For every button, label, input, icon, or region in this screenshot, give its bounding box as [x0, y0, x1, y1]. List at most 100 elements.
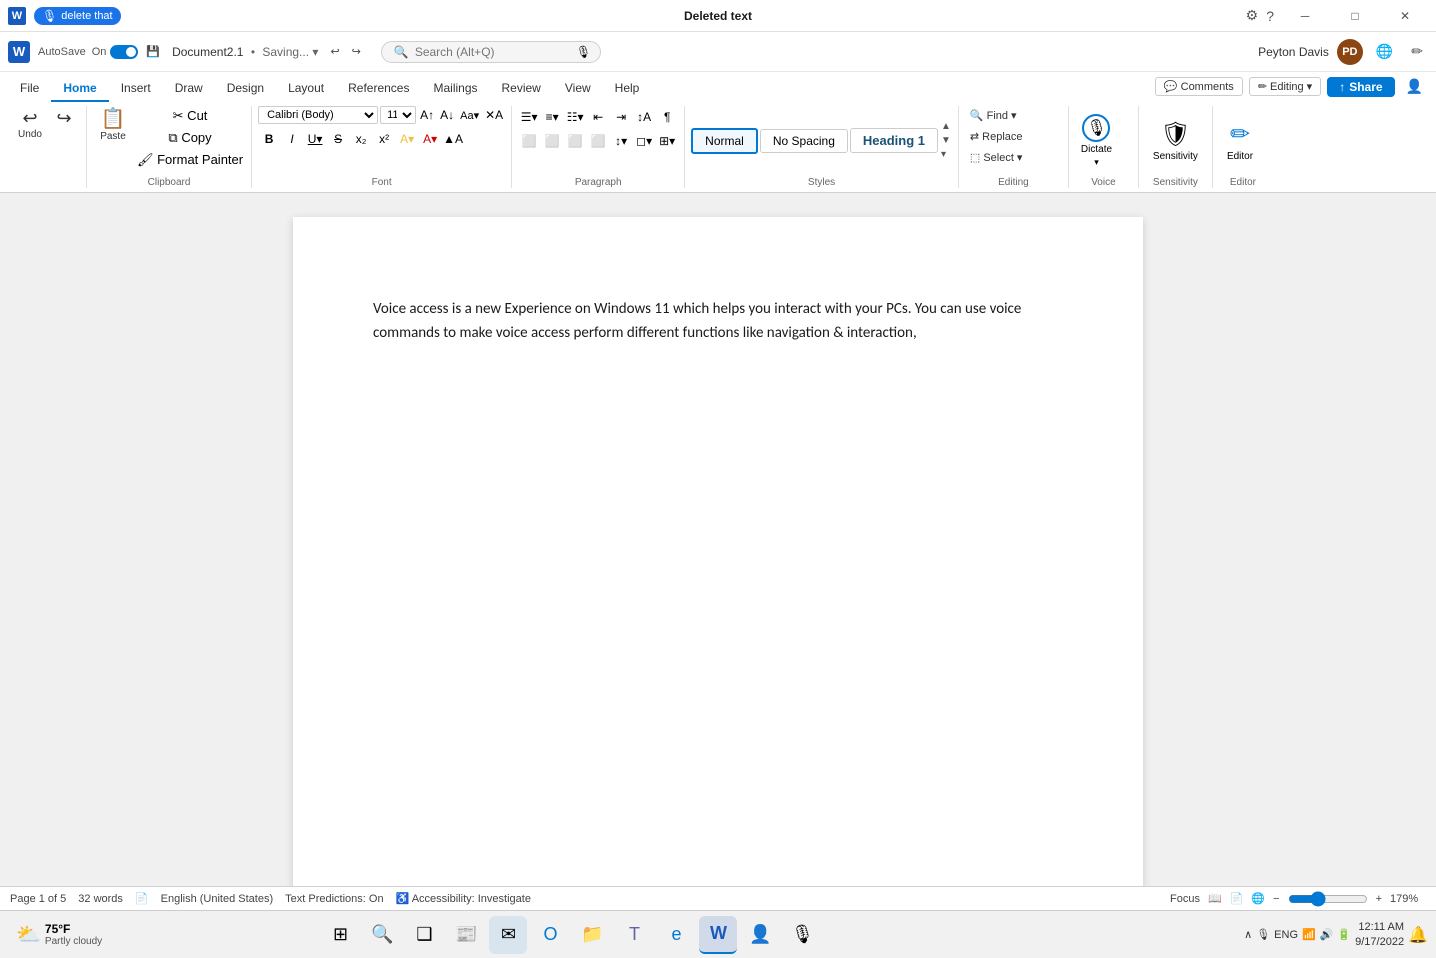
teams-taskbar-icon[interactable]: T: [615, 916, 653, 954]
widgets-button[interactable]: 📰: [447, 916, 485, 954]
replace-button[interactable]: ⇄ Replace: [965, 127, 1028, 146]
tab-review[interactable]: Review: [490, 76, 553, 102]
search-box[interactable]: 🔍 🎙: [381, 41, 601, 63]
copy-button[interactable]: ⧉ Copy: [135, 128, 245, 148]
profile-icon-btn[interactable]: 👤: [1401, 75, 1428, 98]
editor-button[interactable]: ✏ Editor: [1219, 117, 1261, 165]
document-content[interactable]: Voice access is a new Experience on Wind…: [373, 297, 1063, 345]
minimize-button[interactable]: ─: [1282, 2, 1328, 30]
style-normal[interactable]: Normal: [691, 128, 758, 154]
bullet-list-button[interactable]: ☰▾: [518, 106, 540, 128]
tab-mailings[interactable]: Mailings: [421, 76, 489, 102]
undo-button[interactable]: ↩ Undo: [14, 106, 46, 143]
editing-mode-button[interactable]: ✏ Editing ▾: [1249, 77, 1321, 96]
search-input[interactable]: [415, 45, 570, 59]
help-icon[interactable]: ?: [1266, 8, 1274, 24]
zoom-plus-button[interactable]: +: [1376, 893, 1382, 905]
align-left-button[interactable]: ⬜: [518, 130, 540, 152]
edge-taskbar-icon[interactable]: e: [657, 916, 695, 954]
tray-speaker-icon[interactable]: 🔊: [1320, 928, 1334, 941]
tray-mic-icon[interactable]: 🎙: [1256, 928, 1270, 941]
underline-button[interactable]: U▾: [304, 128, 326, 150]
style-no-spacing[interactable]: No Spacing: [760, 129, 848, 153]
clear-format-button[interactable]: ✕A: [483, 106, 505, 124]
shading-button[interactable]: ◻▾: [633, 130, 655, 152]
avatar[interactable]: PD: [1337, 39, 1363, 65]
tab-insert[interactable]: Insert: [109, 76, 163, 102]
italic-button[interactable]: I: [281, 128, 303, 150]
tab-draw[interactable]: Draw: [163, 76, 215, 102]
share-button[interactable]: ↑ Share: [1327, 77, 1394, 97]
sensitivity-button[interactable]: 🛡 Sensitivity: [1145, 117, 1206, 165]
sort-button[interactable]: ↕A: [633, 106, 655, 128]
superscript-button[interactable]: x²: [373, 128, 395, 150]
close-button[interactable]: ✕: [1382, 2, 1428, 30]
comments-button[interactable]: 💬 Comments: [1155, 77, 1243, 96]
format-painter-button[interactable]: 🖌 Format Painter: [135, 150, 245, 170]
weather-widget[interactable]: ⛅ 75°F Partly cloudy: [8, 918, 110, 951]
select-button[interactable]: ⬚ Select ▾: [965, 148, 1028, 167]
start-button[interactable]: ⊞: [321, 916, 359, 954]
system-clock[interactable]: 12:11 AM 9/17/2022: [1355, 920, 1404, 949]
bold-button[interactable]: B: [258, 128, 280, 150]
maximize-button[interactable]: □: [1332, 2, 1378, 30]
globe-icon-btn[interactable]: 🌐: [1371, 40, 1398, 63]
style-heading1[interactable]: Heading 1: [850, 128, 938, 153]
task-view-button[interactable]: ❑: [405, 916, 443, 954]
tray-battery-icon[interactable]: 🔋: [1337, 928, 1351, 941]
voice-access-taskbar-icon[interactable]: 🎙: [783, 916, 821, 954]
decrease-indent-button[interactable]: ⇤: [587, 106, 609, 128]
highlight-button[interactable]: A▾: [396, 128, 418, 150]
styles-expand[interactable]: ▾: [940, 148, 952, 161]
outlook-taskbar-icon[interactable]: O: [531, 916, 569, 954]
tray-lang-label[interactable]: ENG: [1274, 929, 1298, 941]
accessibility-button[interactable]: ♿ Accessibility: Investigate: [396, 892, 531, 905]
justify-button[interactable]: ⬜: [587, 130, 609, 152]
cut-button[interactable]: ✂ Cut: [135, 106, 245, 126]
mail-taskbar-icon[interactable]: ✉: [489, 916, 527, 954]
tab-help[interactable]: Help: [603, 76, 652, 102]
zoom-slider[interactable]: [1288, 891, 1368, 907]
numbered-list-button[interactable]: ≡▾: [541, 106, 563, 128]
settings-icon[interactable]: ⚙: [1246, 7, 1259, 24]
read-mode-icon[interactable]: 📖: [1208, 892, 1222, 905]
cortana-taskbar-icon[interactable]: 👤: [741, 916, 779, 954]
font-color-button[interactable]: A▾: [419, 128, 441, 150]
subscript-button[interactable]: x₂: [350, 128, 372, 150]
tab-file[interactable]: File: [8, 76, 51, 102]
tray-wifi-icon[interactable]: 📶: [1302, 928, 1316, 941]
word-taskbar-icon[interactable]: W: [699, 916, 737, 954]
styles-scroll-down[interactable]: ▼: [940, 134, 952, 147]
tab-view[interactable]: View: [553, 76, 603, 102]
increase-indent-button[interactable]: ⇥: [610, 106, 632, 128]
font-family-select[interactable]: Calibri (Body): [258, 106, 378, 124]
redo-quick-btn[interactable]: ↪: [348, 43, 365, 60]
explorer-taskbar-icon[interactable]: 📁: [573, 916, 611, 954]
web-layout-icon[interactable]: 🌐: [1251, 892, 1265, 905]
grow-font-button[interactable]: A↑: [418, 106, 436, 124]
char-shading-button[interactable]: ▲A: [442, 128, 464, 150]
case-button[interactable]: Aa▾: [458, 107, 481, 124]
align-center-button[interactable]: ⬜: [541, 130, 563, 152]
language-info[interactable]: English (United States): [161, 893, 274, 905]
styles-scroll-up[interactable]: ▲: [940, 120, 952, 133]
align-right-button[interactable]: ⬜: [564, 130, 586, 152]
line-spacing-button[interactable]: ↕▾: [610, 130, 632, 152]
pen-icon-btn[interactable]: ✏: [1406, 40, 1428, 63]
borders-button[interactable]: ⊞▾: [656, 130, 678, 152]
tab-layout[interactable]: Layout: [276, 76, 336, 102]
dictate-button[interactable]: 🎙 Dictate ▾: [1075, 111, 1118, 171]
search-taskbar-button[interactable]: 🔍: [363, 916, 401, 954]
tab-home[interactable]: Home: [51, 76, 108, 102]
tab-references[interactable]: References: [336, 76, 421, 102]
zoom-level[interactable]: 179%: [1390, 893, 1426, 905]
notification-icon[interactable]: 🔔: [1408, 925, 1428, 945]
shrink-font-button[interactable]: A↓: [438, 106, 456, 124]
paste-button[interactable]: 📋 Paste: [93, 106, 133, 145]
multi-list-button[interactable]: ☷▾: [564, 106, 586, 128]
undo-quick-btn[interactable]: ↩: [326, 43, 343, 60]
tab-design[interactable]: Design: [215, 76, 276, 102]
print-layout-icon[interactable]: 📄: [1230, 892, 1244, 905]
document-text[interactable]: Voice access is a new Experience on Wind…: [373, 297, 1063, 345]
zoom-minus-button[interactable]: −: [1273, 893, 1279, 905]
